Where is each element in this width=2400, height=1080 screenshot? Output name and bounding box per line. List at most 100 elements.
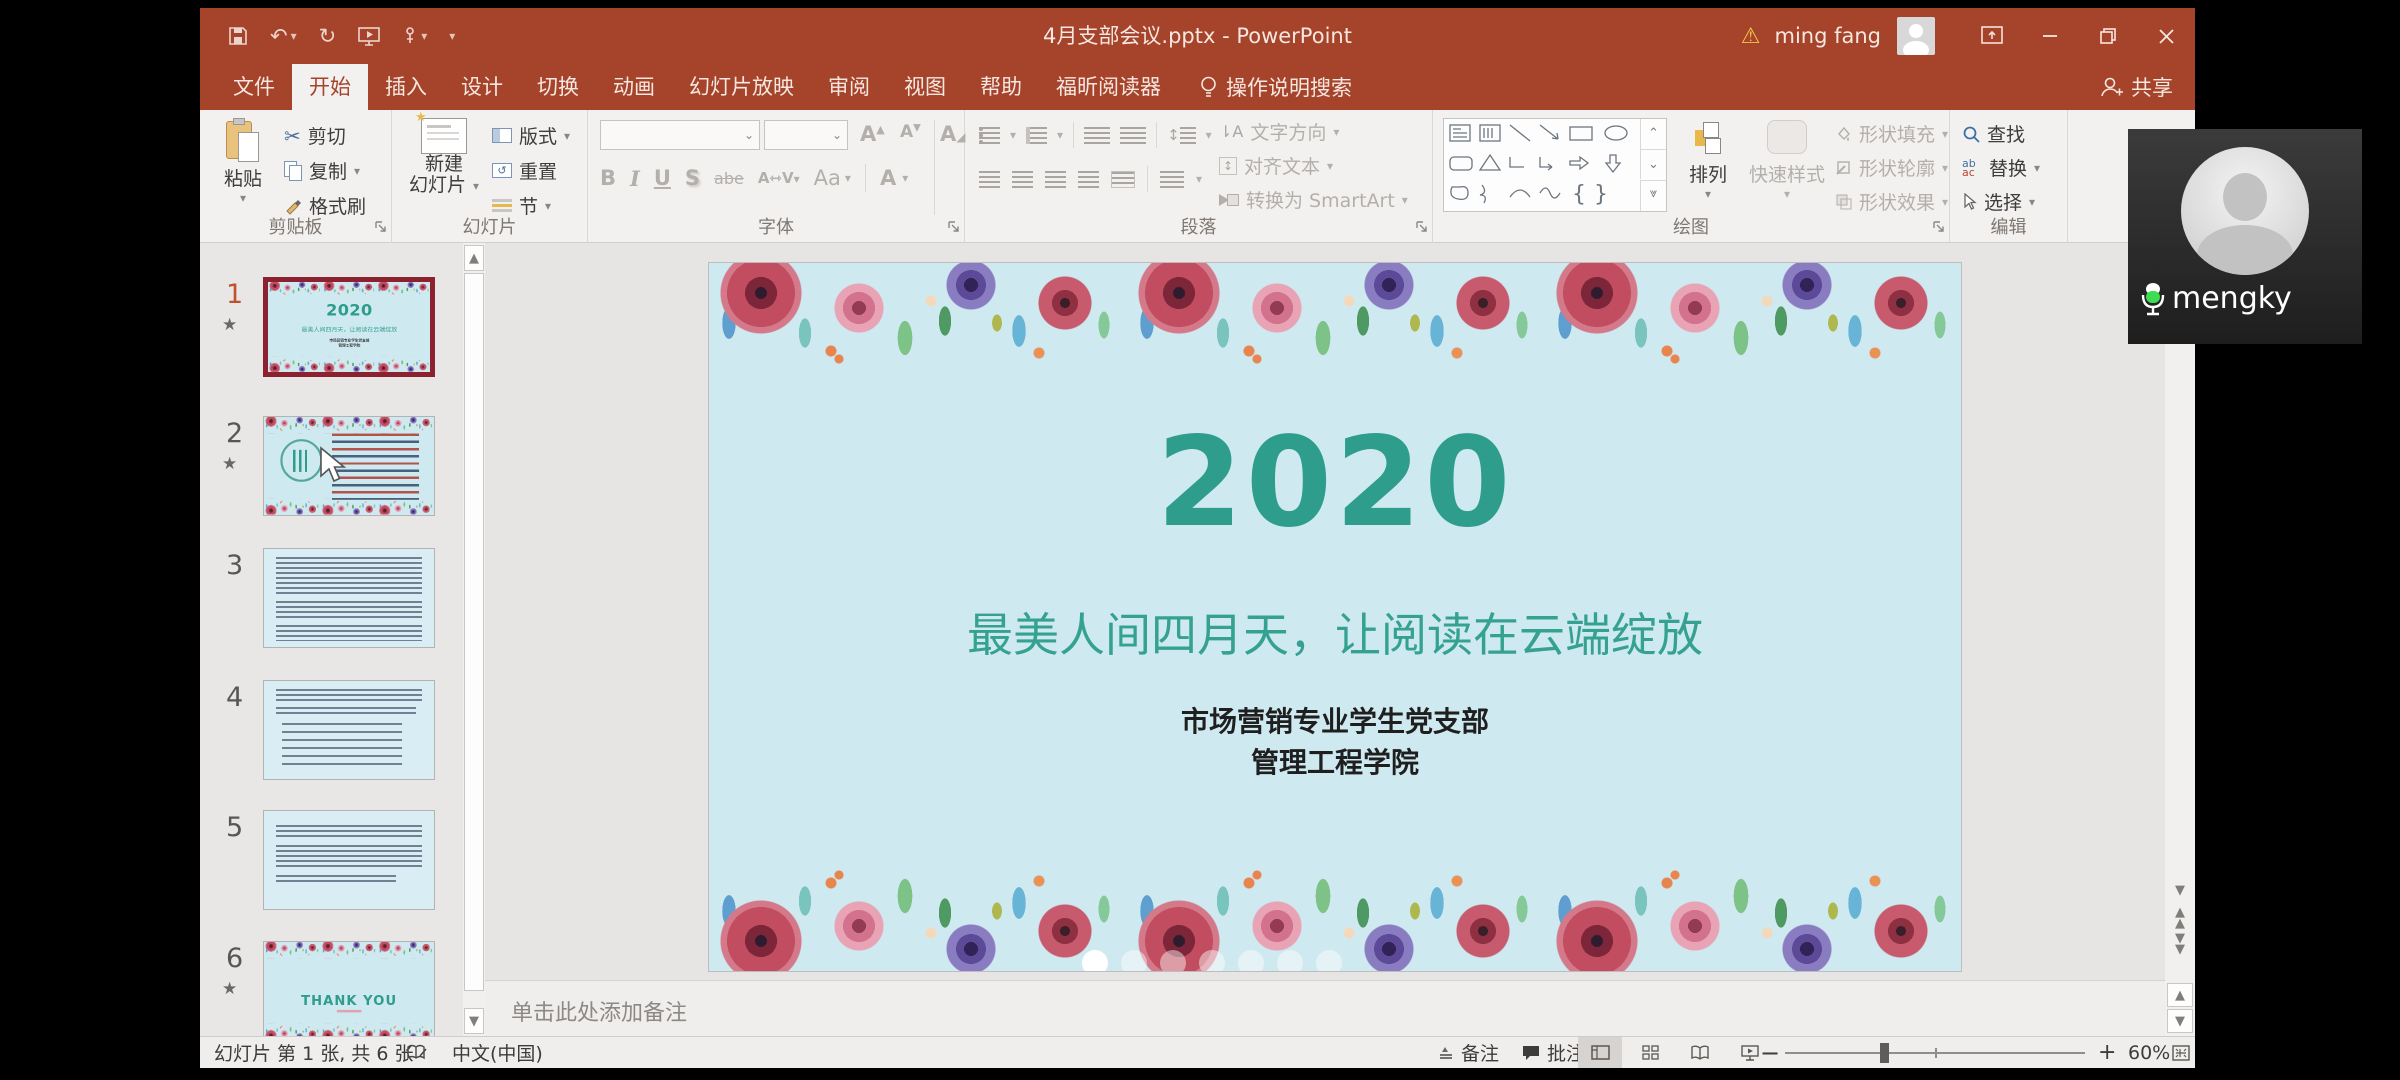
new-slide-button[interactable]: ★ 新建 幻灯片▾ (402, 118, 486, 196)
slide-organization[interactable]: 市场营销专业学生党支部 管理工程学院 (709, 701, 1961, 783)
restore-button[interactable] (2079, 8, 2137, 64)
align-center-button[interactable] (1012, 171, 1033, 188)
slide-thumbnail-5[interactable] (263, 810, 435, 910)
zoom-in-button[interactable]: + (2098, 1037, 2116, 1068)
notes-placeholder[interactable]: 单击此处添加备注 (511, 995, 687, 1027)
align-right-button[interactable] (1045, 171, 1066, 188)
tab-审阅[interactable]: 审阅 (811, 64, 887, 110)
columns-button[interactable] (1160, 171, 1184, 188)
notes-scroll-up[interactable]: ▲ (2167, 983, 2193, 1007)
copy-button[interactable]: 复制▾ (284, 157, 360, 184)
convert-smartart-button[interactable]: 转换为 SmartArt▾ (1219, 186, 1408, 213)
tab-幻灯片放映[interactable]: 幻灯片放映 (672, 64, 811, 110)
font-size-combo[interactable]: ⌄ (764, 120, 848, 150)
next-slide-button[interactable]: ▼▼ (2165, 933, 2195, 955)
spell-check-icon[interactable] (406, 1037, 428, 1068)
slide-title-year[interactable]: 2020 (709, 411, 1961, 555)
tab-文件[interactable]: 文件 (216, 64, 292, 110)
slide-canvas[interactable]: 2020 最美人间四月天，让阅读在云端绽放 市场营销专业学生党支部 管理工程学院 (709, 263, 1961, 971)
thumbnail-scrollbar[interactable]: ▲ ▼ (463, 243, 485, 1036)
drawing-dialog-launcher[interactable] (1932, 218, 1945, 237)
tab-视图[interactable]: 视图 (887, 64, 963, 110)
user-avatar[interactable] (1897, 17, 1935, 55)
main-scroll-down[interactable]: ▼ (2165, 879, 2195, 903)
tab-福昕阅读器[interactable]: 福昕阅读器 (1039, 64, 1178, 110)
replace-button[interactable]: abac替换▾ (1962, 154, 2040, 181)
shape-gallery[interactable]: { } ⌃ ⌄ ⩔ (1443, 118, 1667, 212)
clipboard-dialog-launcher[interactable] (374, 218, 387, 237)
italic-button[interactable]: I (630, 166, 640, 191)
reset-button[interactable]: ↺重置 (492, 157, 557, 184)
main-scrollbar[interactable]: ▼ ▲▲ ▼▼ ▲ ▼ (2165, 243, 2195, 1036)
notes-toggle[interactable]: 备注 (1438, 1037, 1499, 1068)
paragraph-dialog-launcher[interactable] (1415, 218, 1428, 237)
find-button[interactable]: 查找 (1962, 120, 2025, 147)
normal-view-button[interactable] (1578, 1037, 1622, 1068)
strikethrough-button[interactable]: abe (714, 169, 744, 188)
slide-sorter-view-button[interactable] (1628, 1037, 1672, 1068)
tab-切换[interactable]: 切换 (520, 64, 596, 110)
share-button[interactable]: 共享 (2099, 64, 2173, 110)
paste-button[interactable]: 粘贴 ▾ (212, 118, 274, 205)
increase-font-button[interactable]: A▲ (860, 122, 885, 146)
notes-scroll-down[interactable]: ▼ (2167, 1009, 2193, 1033)
tab-帮助[interactable]: 帮助 (963, 64, 1039, 110)
close-button[interactable] (2137, 8, 2195, 64)
language-status[interactable]: 中文(中国) (452, 1039, 543, 1066)
arrange-button[interactable]: 排列 ▾ (1677, 120, 1739, 201)
slide-thumbnail-6[interactable]: THANK YOU (263, 941, 435, 1036)
shape-gallery-scroll-down[interactable]: ⌄ (1640, 149, 1666, 179)
underline-button[interactable]: U (654, 166, 671, 190)
tab-开始[interactable]: 开始 (292, 64, 368, 110)
justify-button[interactable] (1078, 171, 1099, 188)
slide-thumbnail-3[interactable] (263, 548, 435, 648)
signed-in-user[interactable]: ming fang (1774, 24, 1881, 48)
layout-button[interactable]: 版式▾ (492, 122, 570, 149)
tab-动画[interactable]: 动画 (596, 64, 672, 110)
text-direction-button[interactable]: ⇂A文字方向▾ (1219, 118, 1339, 145)
minimize-button[interactable] (2021, 8, 2079, 64)
tab-设计[interactable]: 设计 (444, 64, 520, 110)
shape-outline-button[interactable]: 形状轮廓▾ (1835, 154, 1948, 181)
warning-icon[interactable]: ⚠ (1741, 24, 1761, 49)
slide-6-animation-icon[interactable]: ★ (222, 979, 237, 999)
line-spacing-button[interactable]: ↕ (1167, 126, 1196, 144)
shape-effects-button[interactable]: 形状效果▾ (1835, 188, 1948, 215)
notes-pane[interactable]: 单击此处添加备注 (485, 980, 2165, 1036)
shape-fill-button[interactable]: 形状填充▾ (1835, 120, 1948, 147)
comments-toggle[interactable]: 批注 (1522, 1037, 1585, 1068)
shape-gallery-scroll-up[interactable]: ⌃ (1640, 119, 1666, 149)
slide-subtitle[interactable]: 最美人间四月天，让阅读在云端绽放 (709, 599, 1961, 665)
zoom-slider[interactable] (1785, 1052, 2085, 1054)
bold-button[interactable]: B (600, 166, 616, 190)
fit-slide-to-window-button[interactable] (2172, 1037, 2190, 1068)
slide-thumbnail-4[interactable] (263, 680, 435, 780)
slide-thumbnail-1[interactable]: 2020 最美人间四月天，让阅读在云端绽放 市场营销专业学生党支部管理工程学院 (263, 277, 435, 377)
slide-count-status[interactable]: 幻灯片 第 1 张, 共 6 张 (214, 1039, 413, 1066)
decrease-indent-button[interactable] (1084, 127, 1110, 144)
select-button[interactable]: 选择▾ (1962, 188, 2035, 215)
align-left-button[interactable] (979, 171, 1000, 188)
cut-button[interactable]: ✂剪切 (284, 122, 346, 149)
tell-me-search[interactable]: 操作说明搜索 (1200, 64, 1352, 110)
slide-1-animation-icon[interactable]: ★ (222, 315, 237, 335)
character-spacing-button[interactable]: A⇿V▾ (758, 169, 800, 187)
thumbnail-scroll-up[interactable]: ▲ (464, 245, 484, 271)
ribbon-display-options-icon[interactable] (1963, 8, 2021, 64)
thumbnail-scroll-down[interactable]: ▼ (464, 1008, 484, 1034)
change-case-button[interactable]: Aa (814, 166, 841, 190)
tab-插入[interactable]: 插入 (368, 64, 444, 110)
slide-2-animation-icon[interactable]: ★ (222, 454, 237, 474)
distribute-button[interactable] (1111, 171, 1135, 188)
clear-formatting-button[interactable]: A◢ (940, 122, 966, 146)
reading-view-button[interactable] (1678, 1037, 1722, 1068)
increase-indent-button[interactable] (1120, 127, 1146, 144)
zoom-slider-thumb[interactable] (1880, 1043, 1889, 1063)
decrease-font-button[interactable]: A▼ (900, 122, 921, 142)
font-color-button[interactable]: A (880, 166, 896, 190)
font-dialog-launcher[interactable] (947, 218, 960, 237)
thumbnail-scroll-thumb[interactable] (464, 273, 484, 991)
bullets-button[interactable] (979, 127, 1000, 144)
shape-gallery-more[interactable]: ⩔ (1640, 180, 1666, 211)
previous-slide-button[interactable]: ▲▲ (2165, 907, 2195, 929)
